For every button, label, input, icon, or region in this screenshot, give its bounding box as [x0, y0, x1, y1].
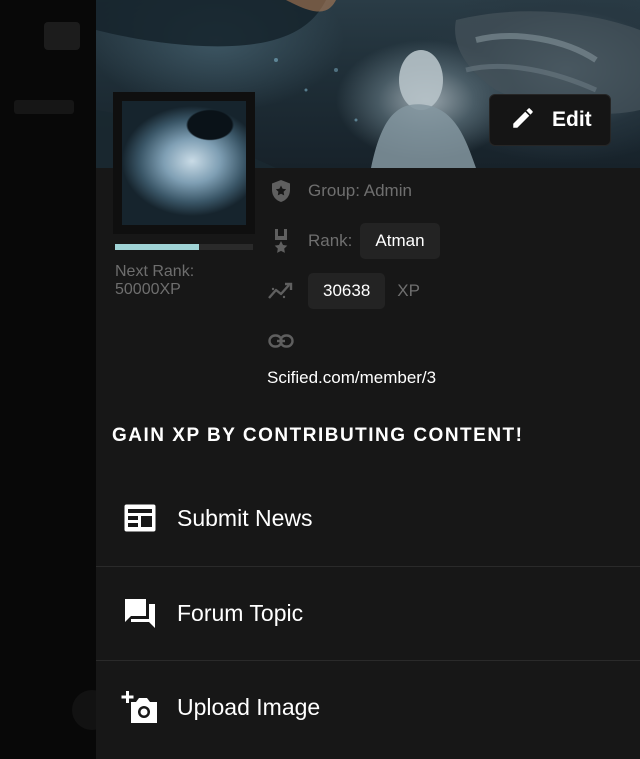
edit-label: Edit: [552, 108, 592, 131]
link-icon: [266, 326, 296, 356]
next-rank-info: Next Rank: 50000XP: [115, 263, 245, 299]
xp-row: 30638 XP: [266, 273, 420, 309]
forum-topic-label: Forum Topic: [177, 599, 304, 626]
avatar[interactable]: [113, 92, 255, 234]
shield-star-icon: [266, 176, 296, 206]
medal-icon: [266, 226, 296, 256]
group-row: Group: Admin: [266, 176, 412, 206]
link-row: [266, 326, 308, 356]
rank-badge: Atman: [360, 223, 440, 259]
submit-news-button[interactable]: Submit News: [96, 471, 640, 565]
rank-row: Rank: Atman: [266, 223, 452, 259]
backdrop-text: [14, 100, 74, 114]
submit-news-label: Submit News: [177, 504, 313, 531]
rank-progress-bar: [115, 244, 253, 250]
rank-label: Rank:: [308, 231, 353, 250]
newspaper-icon: [120, 498, 160, 538]
page-backdrop[interactable]: [0, 0, 112, 759]
next-rank-value: 50000XP: [115, 281, 181, 298]
next-rank-label: Next Rank:: [115, 263, 195, 280]
backdrop-logo: [44, 22, 80, 50]
pencil-icon: [510, 105, 536, 136]
profile-drawer: Edit Next Rank: 50000XP Group: Admin Ran…: [96, 0, 640, 759]
upload-image-label: Upload Image: [177, 693, 321, 720]
xp-badge: 30638: [308, 273, 386, 309]
edit-profile-button[interactable]: Edit: [489, 94, 611, 146]
avatar-image: [122, 101, 246, 225]
profile-url-link[interactable]: Scified.com/member/3: [267, 368, 436, 388]
xp-unit: XP: [397, 281, 420, 300]
group-text: Group: Admin: [308, 181, 412, 200]
trending-up-icon: [266, 276, 296, 306]
forum-icon: [120, 593, 160, 633]
contribute-heading: GAIN XP BY CONTRIBUTING CONTENT!: [112, 425, 524, 446]
forum-topic-button[interactable]: Forum Topic: [96, 566, 640, 660]
add-photo-icon: [120, 687, 160, 727]
upload-image-button[interactable]: Upload Image: [96, 660, 640, 754]
rank-progress-fill: [115, 244, 200, 250]
